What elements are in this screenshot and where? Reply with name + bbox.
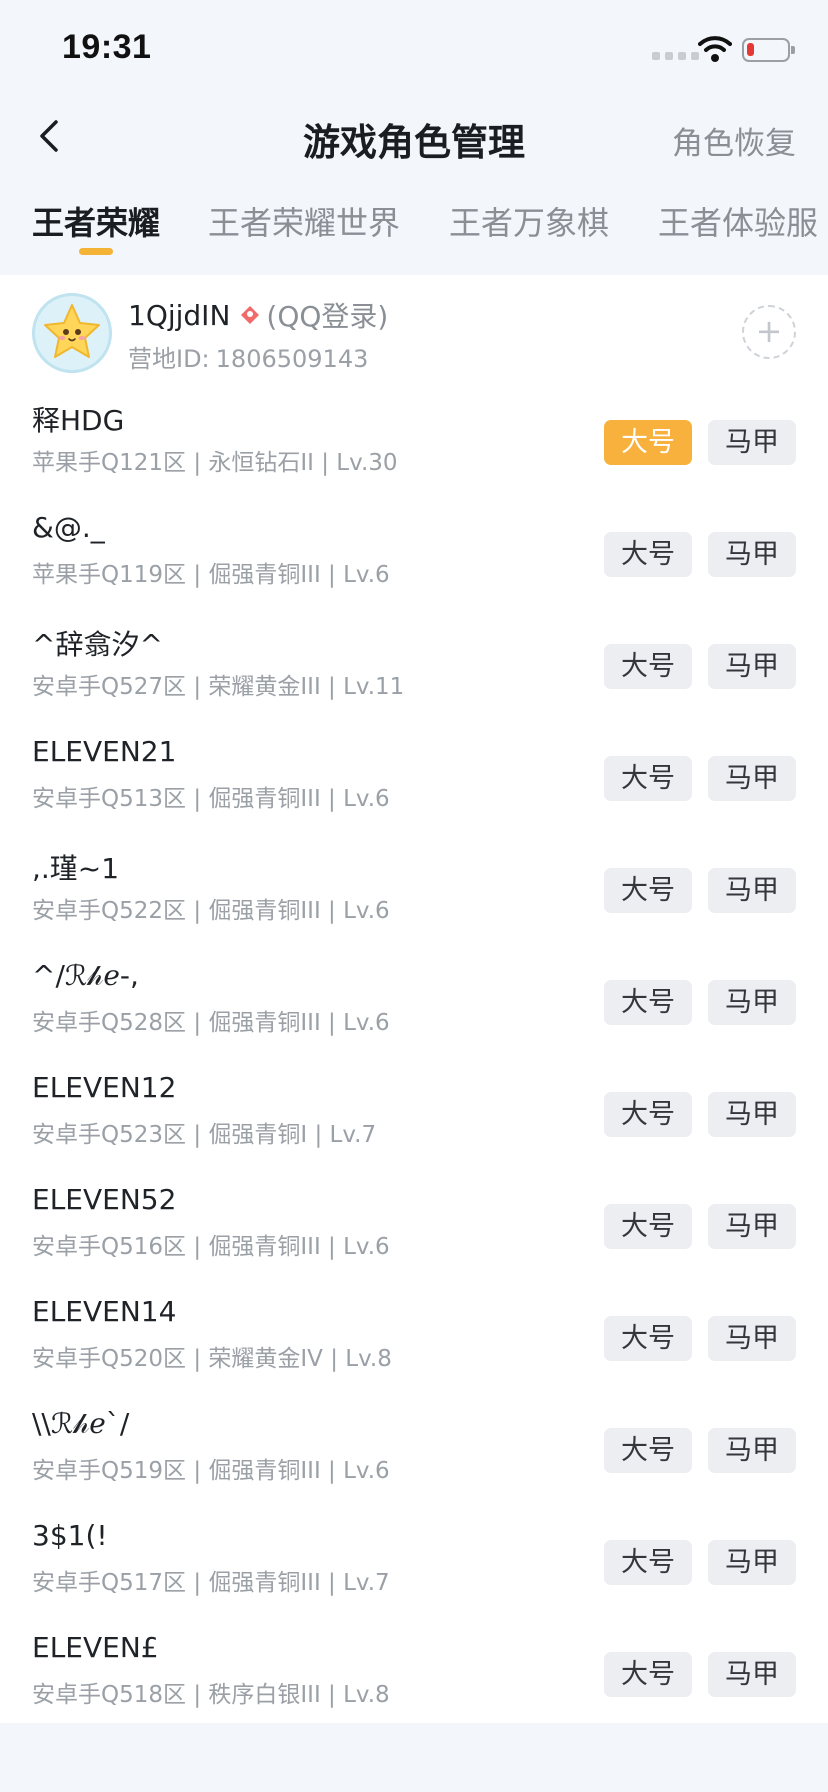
camp-id: 营地ID: 1806509143 <box>128 339 368 374</box>
account-name-row: 1QjjdIN (QQ登录) <box>128 295 388 335</box>
set-alt-account-button[interactable]: 马甲 <box>708 980 796 1025</box>
role-row: 释HDG 苹果手Q121区 | 永恒钻石II | Lv.30 大号 马甲 <box>0 387 828 499</box>
set-main-account-button[interactable]: 大号 <box>604 1092 692 1137</box>
set-main-account-button[interactable]: 大号 <box>604 420 692 465</box>
nav-bar: 游戏角色管理 角色恢复 <box>0 98 828 176</box>
wifi-icon <box>698 36 732 62</box>
status-bar: 19:31 <box>0 0 828 98</box>
role-server-rank-level: 安卓手Q517区 | 倔强青铜III | Lv.7 <box>32 1570 390 1596</box>
role-row: ,.瑾~1 安卓手Q522区 | 倔强青铜III | Lv.6 大号 马甲 <box>0 835 828 947</box>
role-row: ELEVEN12 安卓手Q523区 | 倔强青铜I | Lv.7 大号 马甲 <box>0 1059 828 1171</box>
role-row: \\ℛ𝒽ℯ`/ 安卓手Q519区 | 倔强青铜III | Lv.6 大号 马甲 <box>0 1395 828 1507</box>
role-row: &@._ 苹果手Q119区 | 倔强青铜III | Lv.6 大号 马甲 <box>0 499 828 611</box>
add-account-button[interactable]: + <box>742 305 796 359</box>
set-alt-account-button[interactable]: 马甲 <box>708 1428 796 1473</box>
role-name: \\ℛ𝒽ℯ`/ <box>32 1407 130 1440</box>
role-name: ELEVEN21 <box>32 735 177 768</box>
avatar <box>32 293 112 373</box>
role-server-rank-level: 安卓手Q522区 | 倔强青铜III | Lv.6 <box>32 898 390 924</box>
set-main-account-button[interactable]: 大号 <box>604 644 692 689</box>
set-main-account-button[interactable]: 大号 <box>604 1316 692 1361</box>
battery-icon <box>742 38 795 62</box>
set-alt-account-button[interactable]: 马甲 <box>708 1652 796 1697</box>
qq-location-badge-icon <box>241 306 260 324</box>
role-server-rank-level: 安卓手Q523区 | 倔强青铜I | Lv.7 <box>32 1122 377 1148</box>
role-server-rank-level: 安卓手Q520区 | 荣耀黄金IV | Lv.8 <box>32 1346 392 1372</box>
role-server-rank-level: 安卓手Q528区 | 倔强青铜III | Lv.6 <box>32 1010 390 1036</box>
role-name: &@._ <box>32 511 105 544</box>
set-main-account-button[interactable]: 大号 <box>604 532 692 577</box>
account-name: 1QjjdIN <box>128 298 231 332</box>
role-server-rank-level: 安卓手Q516区 | 倔强青铜III | Lv.6 <box>32 1234 390 1260</box>
tab-experience-server[interactable]: 王者体验服 <box>658 198 818 244</box>
role-server-rank-level: 安卓手Q513区 | 倔强青铜III | Lv.6 <box>32 786 390 812</box>
role-name: ^/ℛ𝒽ℯ-, <box>32 959 139 992</box>
active-tab-indicator <box>79 248 113 255</box>
role-row: ELEVEN£ 安卓手Q518区 | 秩序白银III | Lv.8 大号 马甲 <box>0 1619 828 1731</box>
set-alt-account-button[interactable]: 马甲 <box>708 420 796 465</box>
set-alt-account-button[interactable]: 马甲 <box>708 1316 796 1361</box>
role-name: 释HDG <box>32 404 125 437</box>
set-main-account-button[interactable]: 大号 <box>604 756 692 801</box>
set-alt-account-button[interactable]: 马甲 <box>708 1204 796 1249</box>
role-row: ELEVEN52 安卓手Q516区 | 倔强青铜III | Lv.6 大号 马甲 <box>0 1171 828 1283</box>
set-main-account-button[interactable]: 大号 <box>604 980 692 1025</box>
role-row: ELEVEN14 安卓手Q520区 | 荣耀黄金IV | Lv.8 大号 马甲 <box>0 1283 828 1395</box>
set-alt-account-button[interactable]: 马甲 <box>708 1540 796 1585</box>
role-name: ^辞翕汐^ <box>32 628 163 661</box>
set-main-account-button[interactable]: 大号 <box>604 868 692 913</box>
role-row: 3$1(! 安卓手Q517区 | 倔强青铜III | Lv.7 大号 马甲 <box>0 1507 828 1619</box>
set-alt-account-button[interactable]: 马甲 <box>708 1092 796 1137</box>
role-server-rank-level: 安卓手Q527区 | 荣耀黄金III | Lv.11 <box>32 674 405 700</box>
set-alt-account-button[interactable]: 马甲 <box>708 756 796 801</box>
role-name: ELEVEN52 <box>32 1183 177 1216</box>
role-name: 3$1(! <box>32 1519 108 1552</box>
camp-id-value: 1806509143 <box>215 345 369 373</box>
role-name: ,.瑾~1 <box>32 852 120 885</box>
status-time: 19:31 <box>62 28 152 66</box>
set-alt-account-button[interactable]: 马甲 <box>708 532 796 577</box>
role-row: ELEVEN21 安卓手Q513区 | 倔强青铜III | Lv.6 大号 马甲 <box>0 723 828 835</box>
account-header: 1QjjdIN (QQ登录) 营地ID: 1806509143 + <box>0 275 828 387</box>
role-name: ELEVEN12 <box>32 1071 177 1104</box>
set-alt-account-button[interactable]: 马甲 <box>708 644 796 689</box>
set-main-account-button[interactable]: 大号 <box>604 1428 692 1473</box>
set-alt-account-button[interactable]: 马甲 <box>708 868 796 913</box>
role-restore-button[interactable]: 角色恢复 <box>672 118 796 163</box>
star-mascot-icon <box>35 296 109 370</box>
tab-wzry[interactable]: 王者荣耀 <box>32 198 160 244</box>
set-main-account-button[interactable]: 大号 <box>604 1204 692 1249</box>
role-row: ^辞翕汐^ 安卓手Q527区 | 荣耀黄金III | Lv.11 大号 马甲 <box>0 611 828 723</box>
role-server-rank-level: 苹果手Q119区 | 倔强青铜III | Lv.6 <box>32 562 390 588</box>
camp-id-label: 营地ID: <box>128 345 210 373</box>
role-server-rank-level: 安卓手Q518区 | 秩序白银III | Lv.8 <box>32 1682 390 1708</box>
role-name: ELEVEN14 <box>32 1295 177 1328</box>
tab-wzry-world[interactable]: 王者荣耀世界 <box>208 198 400 244</box>
set-main-account-button[interactable]: 大号 <box>604 1540 692 1585</box>
role-list-card: 1QjjdIN (QQ登录) 营地ID: 1806509143 + 释HDG 苹果手… <box>0 275 828 1723</box>
cellular-signal-icon <box>652 52 699 60</box>
role-name: ELEVEN£ <box>32 1631 159 1664</box>
role-server-rank-level: 安卓手Q519区 | 倔强青铜III | Lv.6 <box>32 1458 390 1484</box>
set-main-account-button[interactable]: 大号 <box>604 1652 692 1697</box>
role-row: ^/ℛ𝒽ℯ-, 安卓手Q528区 | 倔强青铜III | Lv.6 大号 马甲 <box>0 947 828 1059</box>
role-server-rank-level: 苹果手Q121区 | 永恒钻石II | Lv.30 <box>32 450 398 476</box>
game-tabs: 王者荣耀 王者荣耀世界 王者万象棋 王者体验服 <box>0 188 828 256</box>
tab-wanxiangqi[interactable]: 王者万象棋 <box>449 198 609 244</box>
login-type: (QQ登录) <box>266 300 389 333</box>
